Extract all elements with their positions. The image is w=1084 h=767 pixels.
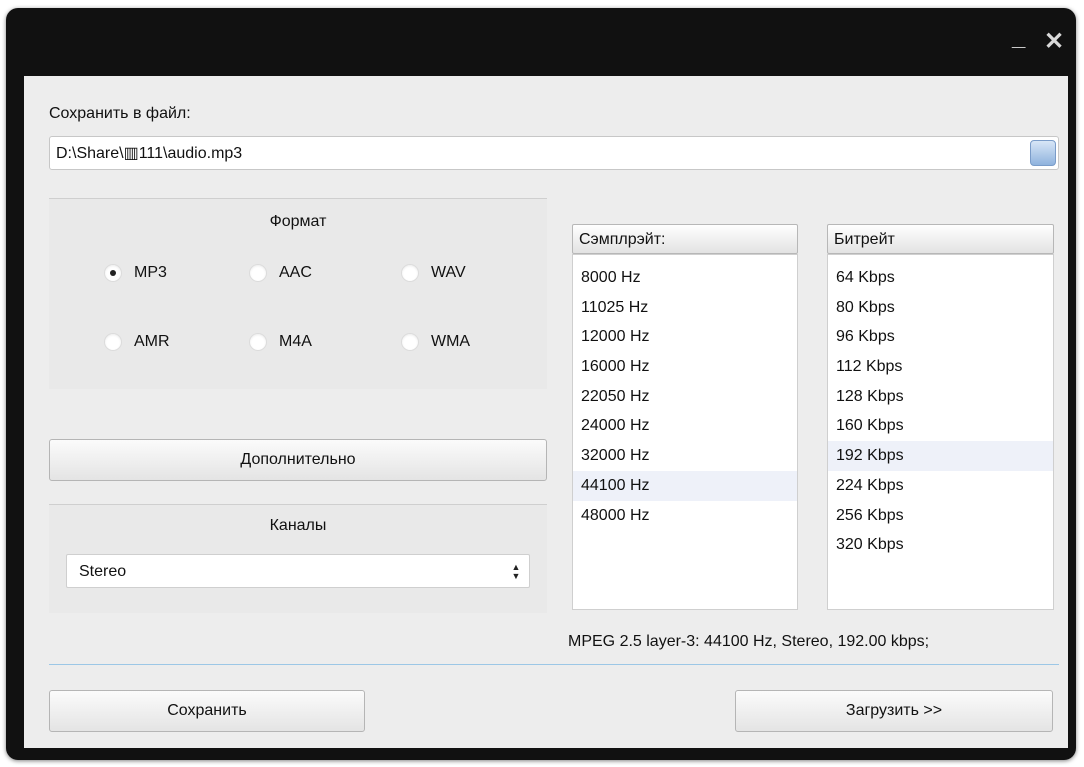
save-path-field[interactable] — [49, 136, 1059, 170]
radio-wav[interactable]: WAV — [401, 264, 466, 282]
radio-amr-label: AMR — [134, 333, 170, 350]
advanced-button[interactable]: Дополнительно — [49, 439, 547, 481]
radio-m4a-label: M4A — [279, 333, 312, 350]
channels-title: Каналы — [269, 517, 327, 534]
minimize-icon[interactable]: _ — [1012, 26, 1025, 50]
divider — [49, 664, 1059, 665]
list-item[interactable]: 32000 Hz — [573, 441, 797, 471]
radio-wma-circle[interactable] — [401, 333, 419, 351]
radio-wma-label: WMA — [431, 333, 471, 350]
list-item[interactable]: 256 Kbps — [828, 501, 1053, 531]
list-item[interactable]: 48000 Hz — [573, 501, 797, 531]
list-item[interactable]: 80 Kbps — [828, 293, 1053, 323]
radio-aac-label: AAC — [279, 264, 312, 281]
radio-amr[interactable]: AMR — [104, 333, 170, 351]
format-title: Формат — [269, 213, 327, 230]
list-item[interactable]: 44100 Hz — [573, 470, 797, 501]
list-item[interactable]: 8000 Hz — [573, 263, 797, 293]
list-item[interactable]: 96 Kbps — [828, 322, 1053, 352]
bitrate-list[interactable]: 64 Kbps 80 Kbps 96 Kbps 112 Kbps 128 Kbps 160… — [827, 254, 1054, 610]
dialog-body: Сохранить в файл: Формат MP3 AAC WAV AMR — [24, 76, 1068, 748]
radio-mp3[interactable]: MP3 — [104, 264, 167, 282]
radio-m4a-circle[interactable] — [249, 333, 267, 351]
list-item[interactable]: 224 Kbps — [828, 471, 1053, 501]
radio-mp3-circle[interactable] — [104, 264, 122, 282]
list-item[interactable]: 128 Kbps — [828, 382, 1053, 412]
list-item[interactable]: 22050 Hz — [573, 382, 797, 412]
list-item[interactable]: 64 Kbps — [828, 263, 1053, 293]
load-button[interactable]: Загрузить >> — [735, 690, 1053, 732]
list-item[interactable]: 320 Kbps — [828, 530, 1053, 560]
status-text: MPEG 2.5 layer-3: 44100 Hz, Stereo, 192.… — [568, 633, 930, 650]
list-item[interactable]: 192 Kbps — [828, 441, 1053, 471]
save-path-input[interactable] — [50, 137, 1032, 169]
list-item[interactable]: 160 Kbps — [828, 411, 1053, 441]
select-spinner-icon[interactable]: ▲ ▼ — [509, 563, 523, 581]
list-item[interactable]: 12000 Hz — [573, 322, 797, 352]
channels-value: Stereo — [79, 563, 127, 580]
radio-m4a[interactable]: M4A — [249, 333, 312, 351]
samplerate-list[interactable]: 8000 Hz 11025 Hz 12000 Hz 16000 Hz 22050 Hz 2… — [572, 254, 798, 610]
samplerate-header[interactable]: Сэмплрэйт: — [572, 224, 798, 254]
list-item[interactable]: 16000 Hz — [573, 352, 797, 382]
radio-wav-label: WAV — [431, 264, 466, 281]
channels-select[interactable]: Stereo ▲ ▼ — [66, 554, 530, 588]
bitrate-header[interactable]: Битрейт — [827, 224, 1054, 254]
format-group: Формат MP3 AAC WAV AMR M4A WMA — [49, 198, 547, 389]
radio-amr-circle[interactable] — [104, 333, 122, 351]
radio-aac-circle[interactable] — [249, 264, 267, 282]
radio-wav-circle[interactable] — [401, 264, 419, 282]
radio-aac[interactable]: AAC — [249, 264, 312, 282]
path-browse-handle[interactable] — [1030, 140, 1056, 166]
list-item[interactable]: 24000 Hz — [573, 411, 797, 441]
list-item[interactable]: 11025 Hz — [573, 293, 797, 323]
title-bar[interactable]: _ ✕ — [6, 8, 1076, 76]
close-icon[interactable]: ✕ — [1044, 30, 1064, 54]
list-item[interactable]: 112 Kbps — [828, 352, 1053, 382]
save-to-file-label: Сохранить в файл: — [49, 105, 191, 122]
save-button[interactable]: Сохранить — [49, 690, 365, 732]
radio-mp3-label: MP3 — [134, 264, 167, 281]
radio-wma[interactable]: WMA — [401, 333, 470, 351]
converter-window: _ ✕ Сохранить в файл: Формат MP3 AAC WAV — [6, 8, 1076, 760]
